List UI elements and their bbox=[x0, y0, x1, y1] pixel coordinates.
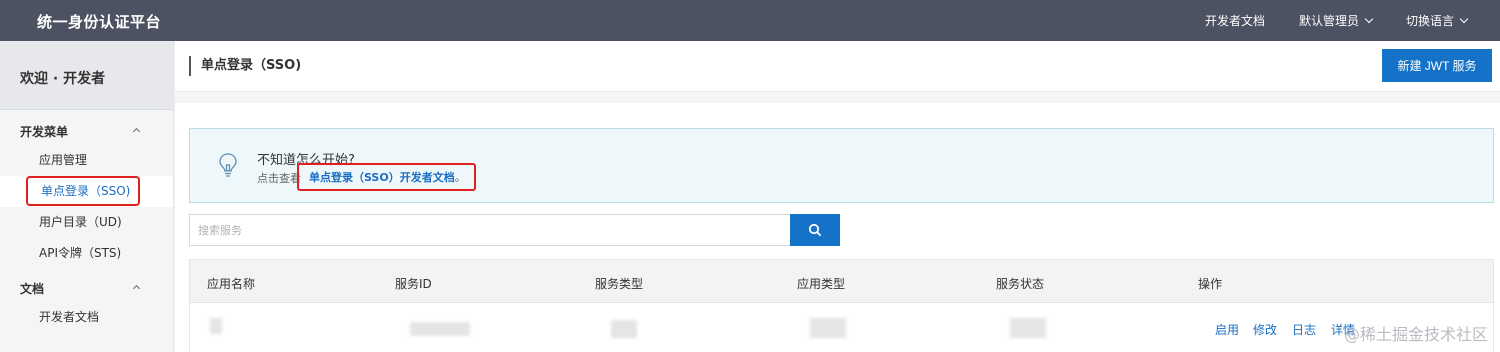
main-area: 单点登录（SSO) 新建 JWT 服务 不知道怎么开始? 点击查看 单点登录（S… bbox=[175, 41, 1500, 352]
section-title: 开发菜单 bbox=[20, 125, 69, 139]
button-label: 新建 JWT 服务 bbox=[1397, 59, 1477, 73]
top-bar: 统一身份认证平台 开发者文档 默认管理员 切换语言 bbox=[0, 0, 1500, 41]
top-nav: 开发者文档 默认管理员 切换语言 bbox=[1205, 0, 1500, 41]
search-icon bbox=[808, 223, 822, 237]
services-table: 应用名称 服务ID 服务类型 应用类型 服务状态 操作 启用 修改 日志 详情 bbox=[189, 259, 1494, 352]
column-header: 应用名称 bbox=[207, 277, 256, 291]
log-action[interactable]: 日志 bbox=[1292, 321, 1316, 338]
column-header: 服务类型 bbox=[595, 277, 644, 291]
content-panel: 不知道怎么开始? 点击查看 单点登录（SSO）开发者文档。 应用名称 服务ID … bbox=[175, 103, 1500, 352]
sidebar-item-user-directory[interactable]: 用户目录（UD) bbox=[0, 207, 173, 238]
sso-docs-link[interactable]: 单点登录（SSO）开发者文档 bbox=[309, 171, 455, 184]
page-title: 单点登录（SSO) bbox=[189, 56, 301, 76]
tip-suffix: 。 bbox=[454, 171, 466, 184]
sidebar-item-developer-docs[interactable]: 开发者文档 bbox=[0, 302, 173, 333]
redacted-cell bbox=[611, 320, 637, 338]
section-title: 文档 bbox=[20, 282, 45, 296]
developer-docs-link[interactable]: 开发者文档 bbox=[1205, 12, 1265, 29]
column-header: 服务状态 bbox=[996, 277, 1045, 291]
sidebar: 欢迎 · 开发者 开发菜单 应用管理 单点登录（SSO) 用户目录（UD) AP… bbox=[0, 41, 174, 352]
sidebar-section-dev-menu[interactable]: 开发菜单 bbox=[0, 123, 173, 145]
language-menu[interactable]: 切换语言 bbox=[1405, 12, 1469, 29]
column-header: 操作 bbox=[1198, 277, 1223, 291]
sidebar-item-label: API令牌（STS) bbox=[39, 246, 122, 260]
search-button[interactable] bbox=[790, 214, 840, 246]
redacted-cell bbox=[1010, 318, 1046, 338]
table-row: 启用 修改 日志 详情 bbox=[190, 304, 1493, 352]
account-label: 默认管理员 bbox=[1298, 14, 1359, 28]
edit-action[interactable]: 修改 bbox=[1253, 321, 1277, 338]
column-header: 服务ID bbox=[395, 277, 432, 291]
sidebar-item-label: 开发者文档 bbox=[39, 310, 100, 324]
watermark: @稀土掘金技术社区 bbox=[1343, 325, 1488, 344]
chevron-up-icon bbox=[132, 284, 141, 293]
language-label: 切换语言 bbox=[1405, 14, 1454, 28]
tip-link-highlight: 单点登录（SSO）开发者文档。 bbox=[297, 163, 476, 191]
sidebar-item-label: 应用管理 bbox=[39, 153, 88, 167]
sidebar-section-docs[interactable]: 文档 bbox=[0, 280, 173, 302]
page-header: 单点登录（SSO) 新建 JWT 服务 bbox=[175, 41, 1500, 92]
chevron-up-icon bbox=[132, 127, 141, 136]
brand-title: 统一身份认证平台 bbox=[37, 13, 162, 31]
column-header: 应用类型 bbox=[797, 277, 846, 291]
new-jwt-service-button[interactable]: 新建 JWT 服务 bbox=[1382, 49, 1492, 82]
redacted-cell bbox=[210, 318, 222, 334]
chevron-down-icon bbox=[1364, 14, 1374, 23]
lightbulb-icon bbox=[219, 153, 237, 177]
sidebar-item-app-management[interactable]: 应用管理 bbox=[0, 145, 173, 176]
tip-prefix: 点击查看 bbox=[257, 172, 301, 185]
search-input[interactable] bbox=[189, 214, 791, 246]
sidebar-item-label: 用户目录（UD) bbox=[39, 215, 122, 229]
welcome-banner: 欢迎 · 开发者 bbox=[0, 41, 173, 110]
account-menu[interactable]: 默认管理员 bbox=[1298, 12, 1374, 29]
sidebar-item-label: 单点登录（SSO) bbox=[26, 176, 141, 206]
chevron-down-icon bbox=[1459, 14, 1469, 23]
table-header: 应用名称 服务ID 服务类型 应用类型 服务状态 操作 bbox=[190, 260, 1493, 303]
getting-started-tip: 不知道怎么开始? 点击查看 单点登录（SSO）开发者文档。 bbox=[189, 128, 1494, 203]
redacted-cell bbox=[810, 318, 846, 338]
sidebar-item-api-token[interactable]: API令牌（STS) bbox=[0, 238, 173, 269]
redacted-cell bbox=[410, 322, 470, 336]
sidebar-item-sso[interactable]: 单点登录（SSO) bbox=[0, 176, 173, 207]
developer-docs-label: 开发者文档 bbox=[1204, 14, 1265, 28]
enable-action[interactable]: 启用 bbox=[1215, 321, 1239, 338]
